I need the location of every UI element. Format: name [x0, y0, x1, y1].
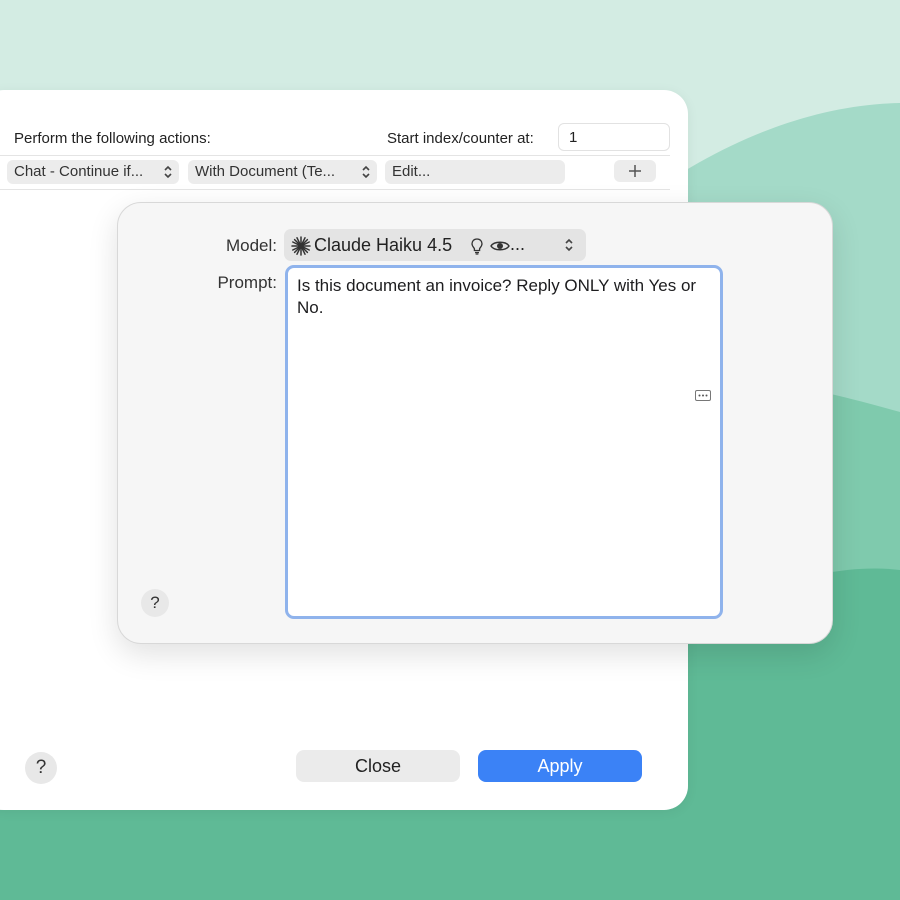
document-source-value: With Document (Te... [195, 163, 336, 180]
model-name: Claude Haiku 4.5 [314, 235, 453, 255]
row-divider-top [0, 155, 670, 156]
chevron-updown-icon [164, 165, 172, 179]
row-divider-bottom [0, 189, 670, 190]
apply-button[interactable]: Apply [478, 750, 642, 782]
perform-actions-label: Perform the following actions: [14, 130, 211, 147]
edit-button[interactable]: Edit... [385, 160, 565, 184]
lightbulb-icon [471, 238, 483, 255]
plus-icon [629, 165, 641, 177]
model-label: Model: [225, 236, 277, 255]
claude-sparkle-icon [291, 236, 311, 256]
edit-button-label: Edit... [392, 163, 431, 180]
prompt-textarea[interactable]: Is this document an invoice? Reply ONLY … [285, 265, 723, 619]
eye-icon [490, 241, 510, 251]
chevron-updown-icon [565, 238, 573, 252]
add-action-button[interactable] [614, 160, 656, 182]
start-index-input[interactable] [558, 123, 670, 151]
prompt-label: Prompt: [217, 273, 277, 292]
document-source-popup[interactable]: With Document (Te... [188, 160, 377, 184]
ellipsis-menu-icon[interactable] [695, 390, 711, 401]
start-index-label: Start index/counter at: [387, 130, 534, 147]
chevron-updown-icon [362, 165, 370, 179]
edit-action-popover: Model: Claude Haiku 4.5 ... Prompt: Is t… [117, 202, 833, 644]
action-type-popup[interactable]: Chat - Continue if... [7, 160, 179, 184]
popover-help-button[interactable]: ? [141, 589, 169, 617]
model-more-text: ... [510, 234, 526, 254]
close-button[interactable]: Close [296, 750, 460, 782]
model-select[interactable]: Claude Haiku 4.5 ... [284, 229, 586, 261]
help-button[interactable]: ? [25, 752, 57, 784]
action-type-value: Chat - Continue if... [14, 163, 144, 180]
